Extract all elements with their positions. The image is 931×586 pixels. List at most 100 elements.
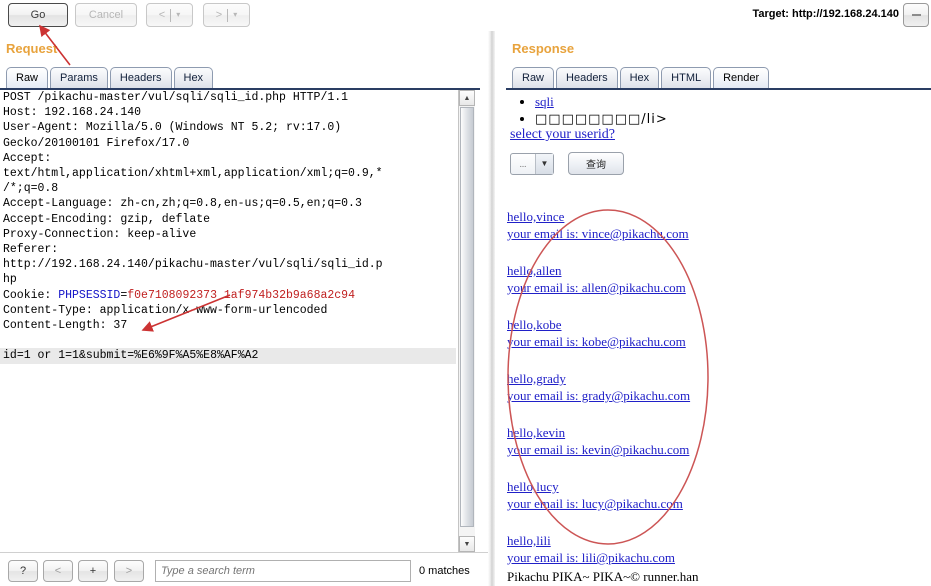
request-content-type-line: Content-Type: application/x-www-form-url…: [3, 303, 328, 317]
request-panel-title: Request: [6, 41, 58, 56]
cookie-name: PHPSESSID: [58, 288, 121, 302]
tab-response-headers[interactable]: Headers: [556, 67, 618, 88]
request-line: Referer:: [3, 243, 59, 257]
body-param-submit-name: submit: [85, 349, 128, 362]
search-toolbar: ? < + > 0 matches: [0, 556, 488, 586]
page-footer: Pikachu PIKA~ PIKA~© runner.han: [507, 569, 699, 584]
result-email[interactable]: your email is: kevin@pikachu.com: [507, 441, 807, 458]
scroll-down-icon[interactable]: ▼: [459, 536, 475, 552]
result-greeting[interactable]: hello,lili: [507, 532, 807, 549]
request-line: Accept-Language: zh-cn,zh;q=0.8,en-us;q=…: [3, 197, 362, 211]
select-userid-link[interactable]: select your userid?: [510, 127, 615, 143]
tab-request-raw[interactable]: Raw: [6, 67, 49, 88]
result-email[interactable]: your email is: kobe@pikachu.com: [507, 333, 807, 350]
tab-response-hex[interactable]: Hex: [619, 67, 660, 88]
body-param-id-name: id: [3, 349, 17, 362]
request-line: Host: 192.168.24.140: [3, 106, 142, 120]
userid-select[interactable]: ... ▼: [510, 152, 554, 175]
scroll-up-icon[interactable]: ▲: [459, 90, 475, 106]
result-email[interactable]: your email is: lili@pikachu.com: [507, 549, 807, 566]
result-email[interactable]: your email is: grady@pikachu.com: [507, 387, 807, 404]
response-tab-strip: Raw Headers Hex HTML Render: [512, 67, 771, 89]
tab-request-headers[interactable]: Headers: [109, 67, 172, 88]
result-item: hello,lili your email is: lili@pikachu.c…: [507, 532, 807, 566]
result-greeting[interactable]: hello,vince: [507, 208, 807, 225]
query-form: ... ▼ 查询: [510, 152, 624, 175]
cancel-button[interactable]: Cancel: [75, 3, 137, 27]
panel-divider[interactable]: [488, 31, 495, 586]
tab-response-raw[interactable]: Raw: [512, 67, 555, 88]
tab-request-params[interactable]: Params: [50, 67, 108, 88]
request-scrollbar[interactable]: ▲ ▼: [458, 90, 475, 552]
request-line: POST /pikachu-master/vul/sqli/sqli_id.ph…: [3, 91, 349, 104]
target-label: Target: http://192.168.24.140: [752, 8, 899, 20]
request-line: Accept:: [3, 151, 52, 165]
sqli-link[interactable]: sqli: [535, 94, 554, 109]
result-greeting[interactable]: hello,grady: [507, 370, 807, 387]
result-item: hello,kevin your email is: kevin@pikachu…: [507, 424, 807, 458]
request-content-length-line: Content-Length: 37: [3, 319, 128, 333]
request-line: http://192.168.24.140/pikachu-master/vul…: [3, 258, 383, 272]
results-list: hello,vince your email is: vince@pikachu…: [507, 208, 807, 586]
ampersand: &: [78, 349, 86, 362]
chevron-down-icon: ▾: [233, 10, 238, 19]
result-item: hello,vince your email is: vince@pikachu…: [507, 208, 807, 242]
top-toolbar: Go Cancel < ▾ > ▾ Target: http://192.168…: [0, 0, 931, 31]
list-item: □□□□□□□□/li>: [535, 110, 931, 128]
result-item: hello,allen your email is: allen@pikachu…: [507, 262, 807, 296]
query-submit-button[interactable]: 查询: [568, 152, 624, 175]
request-line: Proxy-Connection: keep-alive: [3, 227, 197, 241]
result-email[interactable]: your email is: allen@pikachu.com: [507, 279, 807, 296]
request-raw-text[interactable]: POST /pikachu-master/vul/sqli/sqli_id.ph…: [0, 90, 456, 552]
result-greeting[interactable]: hello,kevin: [507, 424, 807, 441]
tab-response-html[interactable]: HTML: [661, 67, 712, 88]
result-greeting[interactable]: hello,lucy: [507, 478, 807, 495]
response-render-area: sqli □□□□□□□□/li> select your userid? ..…: [495, 90, 931, 586]
tab-response-render[interactable]: Render: [713, 67, 770, 88]
forward-arrow-icon: >: [215, 9, 223, 21]
cookie-value: f0e7108092373 1af974b32b9a68a2c94: [127, 288, 355, 302]
request-body-line[interactable]: id=1 or 1=1&submit=%E6%9F%A5%E8%AF%A2: [0, 348, 456, 364]
list-item: sqli: [535, 93, 931, 110]
request-cookie-line: Cookie: PHPSESSID=f0e7108092373 1af974b3…: [0, 288, 456, 303]
help-button[interactable]: ?: [8, 560, 38, 582]
result-greeting[interactable]: hello,allen: [507, 262, 807, 279]
request-line: hp: [3, 273, 17, 287]
response-panel-title: Response: [512, 41, 575, 56]
request-tab-strip: Raw Params Headers Hex: [6, 67, 215, 89]
result-item: hello,grady your email is: grady@pikachu…: [507, 370, 807, 404]
result-item: hello,lucy your email is: lucy@pikachu.c…: [507, 478, 807, 512]
bottom-divider: [0, 552, 488, 553]
nav-bullet-list: sqli □□□□□□□□/li>: [495, 90, 931, 128]
request-line: text/html,application/xhtml+xml,applicat…: [3, 167, 383, 181]
equals: =: [16, 349, 24, 362]
go-button[interactable]: Go: [8, 3, 68, 27]
chevron-down-icon: ▾: [176, 10, 181, 19]
forward-button[interactable]: > ▾: [203, 3, 250, 27]
add-search-button[interactable]: +: [78, 560, 108, 582]
search-input[interactable]: [155, 560, 411, 582]
request-line: /*;q=0.8: [3, 182, 59, 196]
result-email[interactable]: your email is: lucy@pikachu.com: [507, 495, 807, 512]
chevron-down-icon: ▼: [535, 153, 553, 174]
previous-match-button[interactable]: <: [43, 560, 73, 582]
menu-icon: [911, 14, 921, 16]
match-count-label: 0 matches: [419, 565, 470, 577]
next-match-button[interactable]: >: [114, 560, 144, 582]
divider: [170, 8, 172, 22]
divider: [227, 8, 229, 22]
request-line: User-Agent: Mozilla/5.0 (Windows NT 5.2;…: [3, 121, 342, 135]
result-item: hello,kobe your email is: kobe@pikachu.c…: [507, 316, 807, 350]
back-arrow-icon: <: [158, 9, 166, 21]
tab-request-hex[interactable]: Hex: [173, 67, 214, 88]
body-param-id-value: 1 or 1=1: [23, 349, 79, 362]
garbled-text: □□□□□□□□/li>: [535, 112, 668, 127]
result-greeting[interactable]: hello,kobe: [507, 316, 807, 333]
body-param-submit-value: %E6%9F%A5%E8%AF%A2: [134, 349, 259, 362]
cookie-label: Cookie:: [3, 288, 59, 302]
target-options-button[interactable]: [903, 3, 929, 27]
result-email[interactable]: your email is: vince@pikachu.com: [507, 225, 807, 242]
back-button[interactable]: < ▾: [146, 3, 193, 27]
request-line: Accept-Encoding: gzip, deflate: [3, 212, 211, 226]
scrollbar-thumb[interactable]: [460, 107, 474, 527]
